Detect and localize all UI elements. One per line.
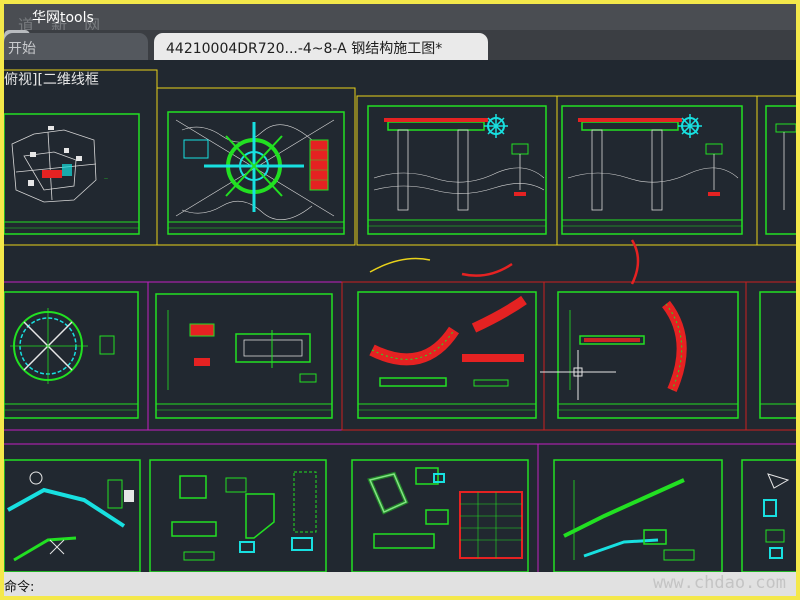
drawing-sheet — [149, 459, 327, 572]
drawing-sheet — [351, 459, 529, 572]
tab-drawing-file[interactable]: 44210004DR720...-4~8-A 钢结构施工图* — [154, 33, 488, 60]
layout-frame — [756, 95, 796, 246]
drawing-sheet — [741, 459, 796, 572]
tab-start[interactable]: 开始 — [4, 33, 148, 60]
drawing-sheet: — — [4, 113, 140, 235]
drawing-sheet — [765, 105, 796, 235]
drawing-sheet — [4, 459, 141, 572]
tab-start-label: 开始 — [8, 41, 36, 57]
app-window: 道 新 网 华网tools 开始 44210004DR720...-4~8-A … — [0, 0, 800, 600]
app-title: 华网tools — [32, 10, 94, 26]
command-prompt: 命令: — [4, 580, 35, 595]
drawing-sheet — [167, 111, 345, 235]
dimension-arc — [630, 239, 640, 285]
svg-text:—: — — [104, 176, 108, 181]
layout-frame — [543, 281, 747, 431]
tab-drawing-label: 44210004DR720...-4~8-A 钢结构施工图* — [166, 41, 443, 57]
watermark-bottom: www.chdao.com — [652, 573, 786, 593]
command-line[interactable]: 命令: www.chdao.com — [4, 572, 796, 596]
layout-frame — [745, 281, 796, 431]
drawing-sheet — [561, 105, 743, 235]
layout-frame — [4, 443, 539, 572]
drawing-sheet — [357, 291, 537, 419]
drawing-sheet — [553, 459, 723, 572]
layout-frame — [4, 281, 149, 431]
drawing-sheet — [367, 105, 547, 235]
drawing-sheet — [155, 293, 333, 419]
drawing-sheet — [4, 291, 139, 419]
layout-frame — [537, 443, 796, 572]
dimension-arc — [369, 257, 431, 273]
title-bar[interactable]: 道 新 网 华网tools — [4, 4, 796, 35]
dimension-arc — [461, 262, 513, 277]
drawing-sheet — [759, 291, 796, 419]
drawing-sheet — [540, 291, 739, 419]
drawing-canvas[interactable]: 俯视][二维线框 — — [4, 60, 796, 572]
layout-grid-svg: — — [4, 69, 796, 572]
tab-bar: 开始 44210004DR720...-4~8-A 钢结构施工图* + — [4, 30, 796, 60]
